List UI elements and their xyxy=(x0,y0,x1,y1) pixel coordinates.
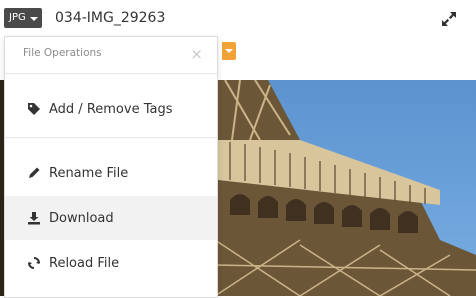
menu-item-label: Reload File xyxy=(49,255,120,271)
menu-header: File Operations × xyxy=(5,37,217,74)
caret-down-icon xyxy=(29,16,38,21)
top-bar: JPG 034-IMG_29263 xyxy=(0,0,476,38)
tag-icon xyxy=(28,103,40,115)
menu-item-reload-file[interactable]: Reload File xyxy=(5,241,217,285)
reload-icon xyxy=(28,257,40,269)
options-dropdown-toggle[interactable] xyxy=(222,42,236,60)
expand-icon[interactable] xyxy=(440,10,458,28)
file-name-title: 034-IMG_29263 xyxy=(55,10,166,26)
menu-item-label: Add / Remove Tags xyxy=(49,101,173,117)
file-operations-menu: File Operations × Add / Remove Tags Rena… xyxy=(4,36,218,298)
menu-divider xyxy=(5,137,217,138)
file-type-label: JPG xyxy=(9,12,26,23)
pencil-icon xyxy=(29,167,40,178)
menu-item-label: Rename File xyxy=(49,165,129,181)
close-icon[interactable]: × xyxy=(190,46,203,62)
menu-item-download[interactable]: Download xyxy=(5,196,217,240)
download-icon xyxy=(28,212,40,225)
menu-item-label: Download xyxy=(49,210,114,226)
menu-title: File Operations xyxy=(23,47,102,59)
menu-item-rename-file[interactable]: Rename File xyxy=(5,151,217,195)
menu-item-add-remove-tags[interactable]: Add / Remove Tags xyxy=(5,87,217,131)
file-type-dropdown-button[interactable]: JPG xyxy=(4,8,42,28)
